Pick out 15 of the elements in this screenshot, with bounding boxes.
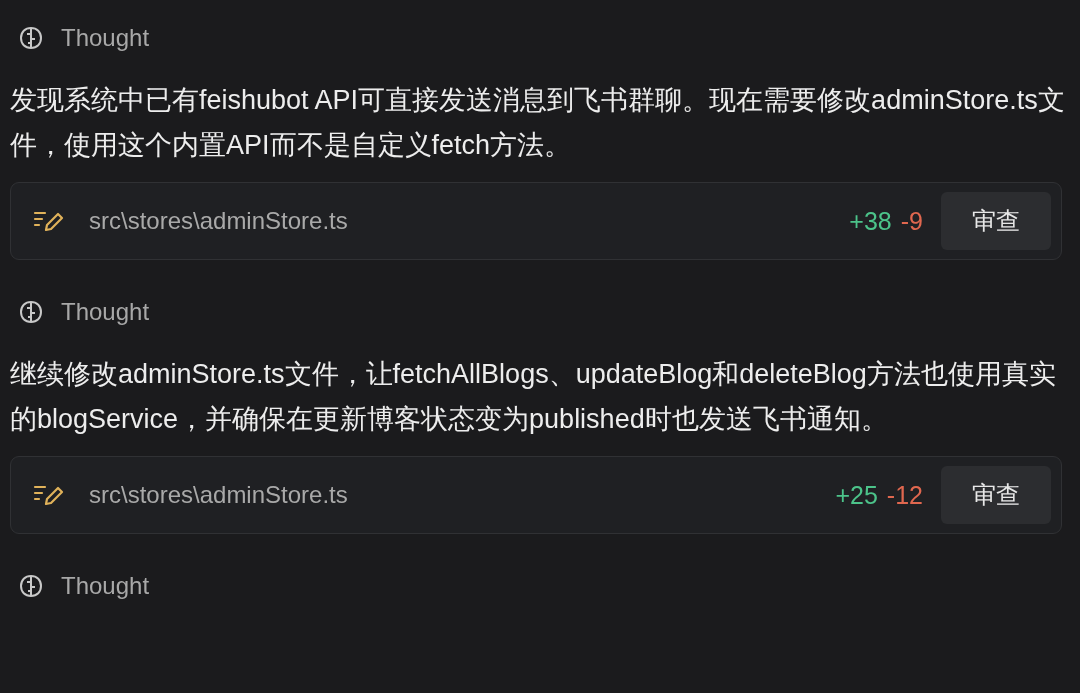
file-path[interactable]: src\stores\adminStore.ts xyxy=(89,481,836,509)
lines-added: +25 xyxy=(835,480,878,510)
message-text: 发现系统中已有feishubot API可直接发送消息到飞书群聊。现在需要修改adminStore.ts文件，使用这个内置API而不是自定义fetch方法。 xyxy=(10,84,1066,162)
lines-added: +38 xyxy=(849,206,892,236)
thought-label: Thought xyxy=(61,572,150,600)
message-text: 继续修改adminStore.ts文件，让fetchAllBlogs、updateBlog和deleteBlog方法也使用真实的blogService，并确保在更新博客状态变为published时也发送飞书通知。 xyxy=(10,358,1057,436)
thought-label: Thought xyxy=(61,24,150,52)
edit-lines-icon xyxy=(33,209,65,233)
review-button[interactable]: 审查 xyxy=(941,466,1051,524)
lines-removed: -9 xyxy=(900,206,923,236)
file-path[interactable]: src\stores\adminStore.ts xyxy=(89,207,850,235)
thought-label: Thought xyxy=(61,298,150,326)
edit-lines-icon xyxy=(33,483,65,507)
review-button[interactable]: 审查 xyxy=(941,192,1051,250)
lines-removed: -12 xyxy=(886,480,923,510)
